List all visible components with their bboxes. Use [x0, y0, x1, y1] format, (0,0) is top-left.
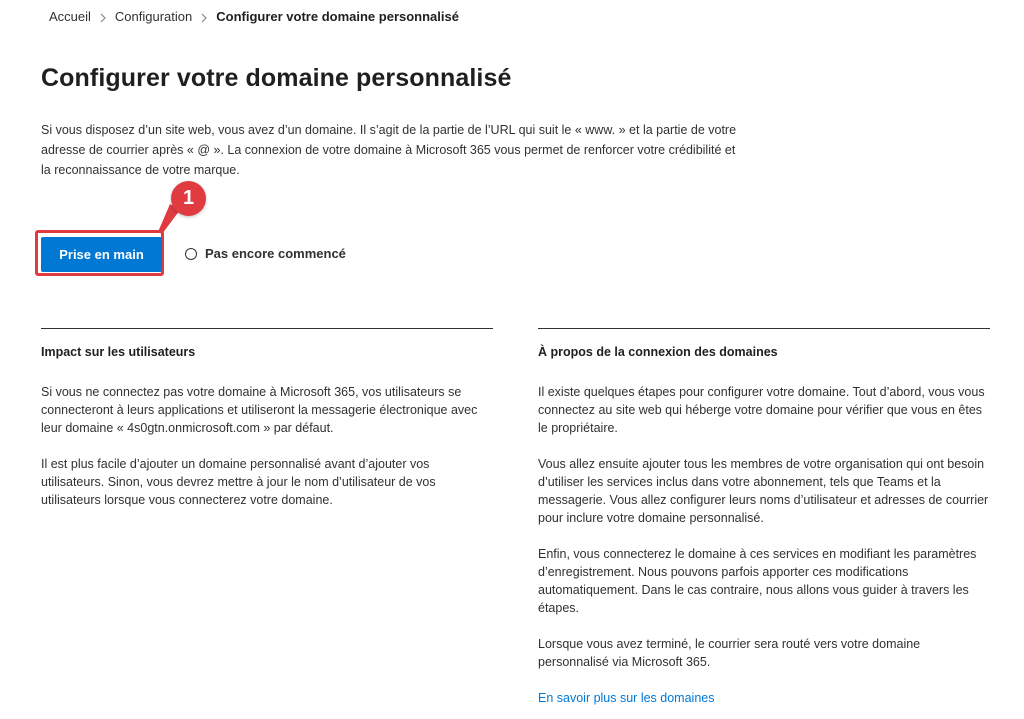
page-title: Configurer votre domaine personnalisé — [41, 64, 512, 92]
breadcrumb-current: Configurer votre domaine personnalisé — [216, 9, 459, 24]
status-circle-icon — [185, 247, 197, 260]
user-impact-body: Si vous ne connectez pas votre domaine à… — [41, 383, 493, 509]
breadcrumb-configuration[interactable]: Configuration — [115, 9, 192, 24]
user-impact-heading: Impact sur les utilisateurs — [41, 345, 196, 359]
user-impact-paragraph: Si vous ne connectez pas votre domaine à… — [41, 385, 478, 435]
domain-connection-body: Il existe quelques étapes pour configure… — [538, 383, 990, 671]
chevron-right-icon — [192, 9, 216, 24]
breadcrumb-home[interactable]: Accueil — [49, 9, 91, 24]
learn-more-domains-link[interactable]: En savoir plus sur les domaines — [538, 689, 714, 707]
status-label: Pas encore commencé — [205, 246, 346, 261]
domain-connection-section: À propos de la connexion des domaines Il… — [538, 328, 990, 707]
step-callout-badge: 1 — [171, 181, 206, 216]
domain-connection-heading: À propos de la connexion des domaines — [538, 345, 778, 359]
user-impact-section: Impact sur les utilisateurs Si vous ne c… — [41, 328, 493, 509]
intro-text: Si vous disposez d’un site web, vous ave… — [41, 123, 737, 177]
domain-connection-paragraph: Enfin, vous connecterez le domaine à ces… — [538, 547, 977, 615]
page: Accueil Configuration Configurer votre d… — [0, 0, 1024, 719]
get-started-button[interactable]: Prise en main — [41, 237, 162, 272]
status-indicator: Pas encore commencé — [185, 246, 346, 261]
chevron-right-icon — [91, 9, 115, 24]
domain-connection-paragraph: Il existe quelques étapes pour configure… — [538, 385, 985, 435]
domain-connection-paragraph: Lorsque vous avez terminé, le courrier s… — [538, 637, 921, 669]
breadcrumb: Accueil Configuration Configurer votre d… — [49, 9, 459, 24]
domain-connection-paragraph: Vous allez ensuite ajouter tous les memb… — [538, 457, 989, 525]
user-impact-paragraph: Il est plus facile d’ajouter un domaine … — [41, 457, 436, 507]
